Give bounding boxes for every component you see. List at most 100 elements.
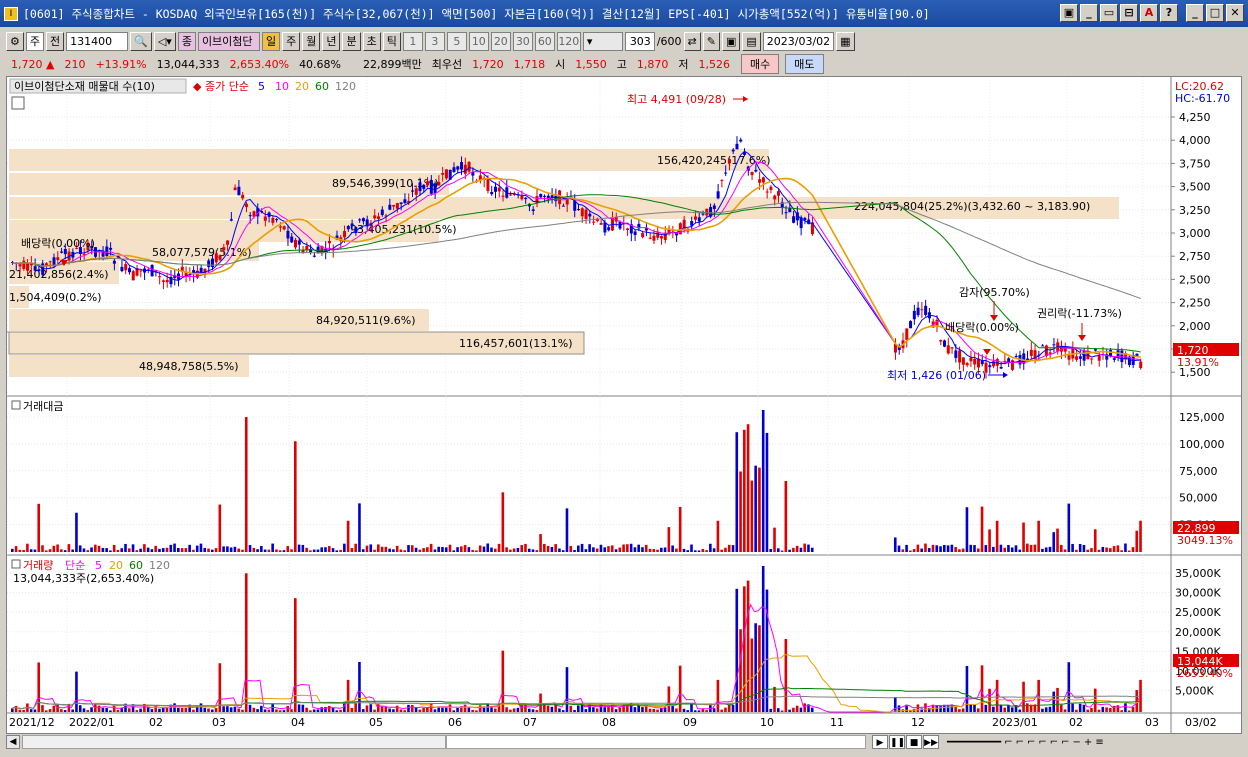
interval-1[interactable]: 1 bbox=[402, 31, 423, 51]
amount-bar bbox=[33, 549, 37, 552]
calendar-icon[interactable]: ▦ bbox=[836, 31, 855, 51]
stock-chart[interactable]: 156,420,245(17.6%)89,546,399(10.1%)224,0… bbox=[6, 77, 1241, 733]
candle-body bbox=[773, 195, 777, 200]
amount-bar bbox=[599, 544, 603, 552]
candle-body bbox=[792, 216, 796, 223]
maximize-button[interactable]: □ bbox=[1206, 4, 1224, 22]
candle-body bbox=[731, 149, 735, 152]
stock-code-input[interactable]: 131400 bbox=[66, 31, 129, 51]
date-input[interactable]: 2023/03/02 bbox=[762, 31, 835, 51]
amount-bar bbox=[920, 548, 923, 552]
volume-bar bbox=[682, 708, 686, 712]
amount-bar bbox=[260, 546, 263, 552]
candle-body bbox=[248, 215, 252, 217]
ytick-label: 50,000 bbox=[1179, 492, 1218, 505]
pause-icon[interactable]: ❚❚ bbox=[889, 735, 905, 749]
grid-toggle-icon[interactable] bbox=[11, 96, 25, 110]
draw-tool-icon[interactable]: ⌐ bbox=[1050, 737, 1058, 748]
slider-icon[interactable]: ━━━━━━━━━ bbox=[947, 737, 1001, 748]
volume-bar bbox=[946, 705, 950, 712]
minimize-all-icon[interactable]: _ bbox=[1080, 4, 1098, 22]
volume-bar bbox=[520, 704, 523, 712]
link-icon[interactable]: ▣ bbox=[1060, 4, 1078, 22]
interval-3[interactable]: 3 bbox=[424, 31, 445, 51]
amount-bar bbox=[543, 543, 546, 552]
interval-30[interactable]: 30 bbox=[512, 31, 533, 51]
candle-body bbox=[531, 209, 535, 211]
search-icon[interactable]: 🔍 bbox=[130, 31, 152, 51]
interval-5[interactable]: 5 bbox=[446, 31, 467, 51]
candle-body bbox=[350, 223, 354, 227]
minimize-button[interactable]: _ bbox=[1186, 4, 1204, 22]
jeon-button[interactable]: 전 bbox=[46, 31, 65, 51]
menu-icon[interactable]: ≡ bbox=[1095, 737, 1103, 748]
count-input[interactable]: 303 bbox=[624, 31, 655, 51]
draw-tool-icon[interactable]: ⌐ bbox=[1038, 737, 1046, 748]
volume-bar bbox=[275, 709, 278, 712]
volume-bar bbox=[690, 704, 693, 712]
xtick-label: 04 bbox=[291, 716, 305, 729]
sell-button[interactable]: 매도 bbox=[785, 54, 824, 74]
zoom-out-icon[interactable]: − bbox=[1073, 737, 1081, 748]
stop-icon[interactable]: ■ bbox=[906, 735, 922, 749]
amount-bar bbox=[648, 548, 652, 552]
restore-all-icon[interactable]: ▭ bbox=[1100, 4, 1118, 22]
draw-tool-icon[interactable]: ⌐ bbox=[1027, 737, 1035, 748]
tab-tick[interactable]: 틱 bbox=[382, 31, 401, 51]
tab-minute[interactable]: 분 bbox=[342, 31, 361, 51]
xtick-label: 11 bbox=[830, 716, 844, 729]
candle-body bbox=[429, 180, 433, 194]
candle-body bbox=[509, 194, 513, 196]
event-rights: 권리락(-11.73%) bbox=[1037, 307, 1122, 320]
speaker-icon[interactable]: ◁▾ bbox=[153, 31, 176, 51]
amount-panel-icon[interactable] bbox=[11, 400, 21, 410]
event-dividend-1: 배당락(0.00%) bbox=[21, 237, 95, 250]
candle-body bbox=[414, 188, 418, 195]
amount-bar bbox=[912, 549, 916, 552]
print-icon[interactable]: ▤ bbox=[742, 31, 761, 51]
play-icon[interactable]: ▶ bbox=[872, 735, 888, 749]
fast-forward-icon[interactable]: ▶▶ bbox=[923, 735, 939, 749]
config-icon[interactable]: ⚙ bbox=[6, 31, 24, 51]
tab-day[interactable]: 일 bbox=[261, 31, 281, 51]
close-button[interactable]: ✕ bbox=[1226, 4, 1244, 22]
swap-icon[interactable]: ⇄ bbox=[683, 31, 701, 51]
zoom-in-icon[interactable]: + bbox=[1084, 737, 1092, 748]
period-select[interactable]: 주 bbox=[25, 31, 44, 51]
save-icon[interactable]: ▣ bbox=[721, 31, 741, 51]
amount-bar bbox=[554, 544, 557, 552]
volume-bar bbox=[101, 707, 105, 712]
dock-icon[interactable]: ⊟ bbox=[1120, 4, 1138, 22]
candle-body bbox=[776, 191, 780, 196]
amount-bar bbox=[369, 544, 373, 552]
tab-second[interactable]: 초 bbox=[362, 31, 381, 51]
chart-tool-icon[interactable]: ✎ bbox=[702, 31, 720, 51]
tab-week[interactable]: 주 bbox=[282, 31, 301, 51]
volume-bar bbox=[199, 703, 203, 712]
help-icon[interactable]: ? bbox=[1160, 4, 1178, 22]
interval-input[interactable]: ▾ bbox=[582, 31, 623, 51]
interval-120[interactable]: 120 bbox=[556, 31, 581, 51]
interval-60[interactable]: 60 bbox=[534, 31, 555, 51]
tab-year[interactable]: 년 bbox=[322, 31, 341, 51]
candle-body bbox=[158, 276, 162, 278]
xtick-label: 2021/12 bbox=[9, 716, 55, 729]
amount-bar bbox=[1124, 543, 1127, 552]
draw-tool-icon[interactable]: ⌐ bbox=[1004, 737, 1012, 748]
tab-month[interactable]: 월 bbox=[302, 31, 321, 51]
amount-bar bbox=[592, 547, 595, 552]
amount-bar bbox=[584, 549, 588, 552]
candle-body bbox=[343, 230, 347, 238]
draw-tool-icon[interactable]: ⌐ bbox=[1016, 737, 1024, 748]
font-icon[interactable]: A bbox=[1140, 4, 1158, 22]
scrollbar-thumb[interactable] bbox=[446, 735, 866, 749]
volume-panel-icon[interactable] bbox=[11, 559, 21, 569]
scrollbar-track[interactable] bbox=[22, 735, 446, 749]
chart-area[interactable]: 156,420,245(17.6%) 89,546,399(10.1%) 224,0… bbox=[6, 76, 1242, 734]
draw-tool-icon[interactable]: ⌐ bbox=[1061, 737, 1069, 748]
scroll-left-icon[interactable]: ◀ bbox=[6, 735, 20, 749]
interval-10[interactable]: 10 bbox=[468, 31, 489, 51]
interval-20[interactable]: 20 bbox=[490, 31, 511, 51]
amount-bar bbox=[441, 547, 444, 552]
buy-button[interactable]: 매수 bbox=[741, 54, 780, 74]
